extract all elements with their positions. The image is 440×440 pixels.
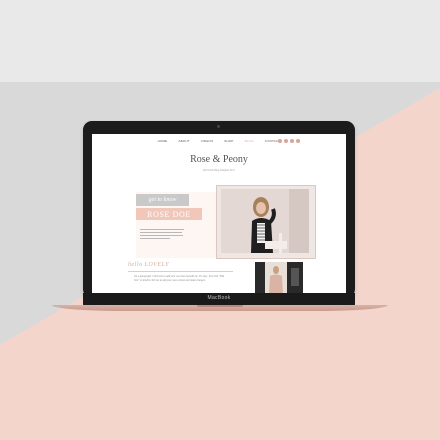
section-divider: [128, 271, 233, 272]
hero-name-badge: ROSE DOE: [136, 208, 202, 220]
hello-heading: hello LOVELY: [128, 262, 170, 268]
hero-kicker-badge: get to know: [136, 194, 189, 206]
nav-item-about[interactable]: ABOUT: [178, 139, 189, 143]
chin-label: MacBook: [207, 295, 231, 301]
site-logo[interactable]: Rose & Peony: [92, 154, 346, 165]
nav-item-shop[interactable]: SHOP: [224, 139, 233, 143]
backdrop-top: [0, 0, 440, 82]
portrait-illustration: [221, 189, 309, 253]
nav-item-videos[interactable]: VIDEOS: [201, 139, 214, 143]
nav-item-blog[interactable]: BLOG: [245, 139, 254, 143]
social-icons: [278, 139, 300, 143]
website-screen: HOME ABOUT VIDEOS SHOP BLOG CONTACT Rose…: [92, 134, 346, 294]
laptop-lid: HOME ABOUT VIDEOS SHOP BLOG CONTACT Rose…: [83, 121, 355, 298]
nav-item-home[interactable]: HOME: [158, 139, 168, 143]
social-icon-3[interactable]: [290, 139, 294, 143]
social-icon-2[interactable]: [284, 139, 288, 143]
intro-paragraph: I'm a paragraph. Click here to add your …: [134, 275, 225, 282]
thumbnail-illustration: [255, 262, 303, 294]
site-tagline: Best Little Blog Template Ever: [203, 169, 235, 172]
site-nav: HOME ABOUT VIDEOS SHOP BLOG CONTACT: [92, 134, 346, 148]
laptop-notch: [197, 305, 243, 307]
camera-icon: [217, 125, 220, 128]
social-icon-4[interactable]: [296, 139, 300, 143]
hero-intro-text: [140, 229, 184, 241]
hero-photo: [221, 189, 309, 253]
social-icon-1[interactable]: [278, 139, 282, 143]
blog-thumbnail[interactable]: [255, 262, 303, 294]
